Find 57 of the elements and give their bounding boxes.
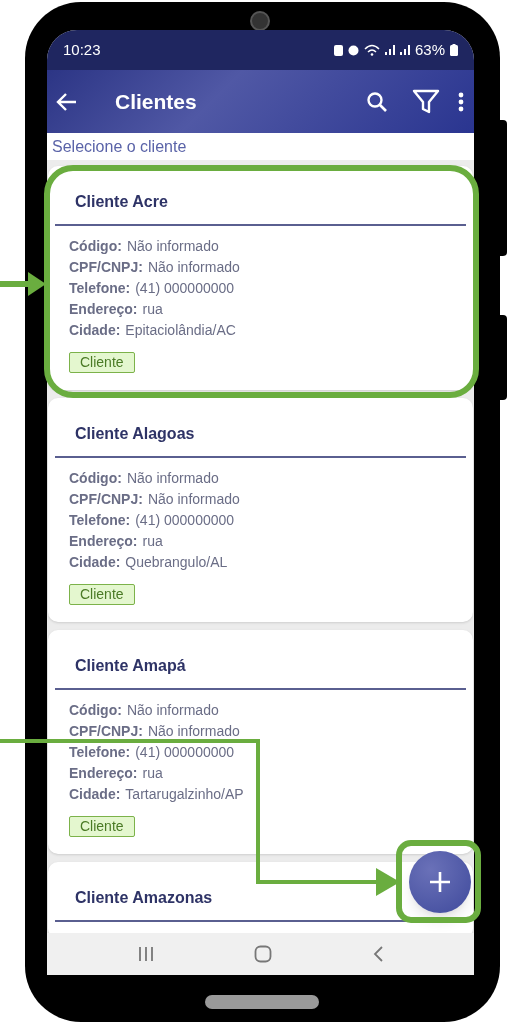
- field-value: (41) 000000000: [135, 511, 235, 530]
- field-value: Quebrangulo/AL: [125, 553, 228, 572]
- client-tag: Cliente: [69, 584, 135, 605]
- home-icon[interactable]: [254, 945, 273, 963]
- field-value: rua: [142, 300, 163, 319]
- back-icon[interactable]: [372, 945, 385, 963]
- filter-icon[interactable]: [412, 88, 440, 115]
- field-value: Não informado: [147, 258, 240, 277]
- client-card[interactable]: Cliente Amapá Código: Não informado CPF/CNPJ: Não informado Telefone: (41) 000000000 Endereço: rua Cidade: Tartarugalzinho/AP Cliente: [48, 630, 473, 854]
- field-label: Cidade:: [69, 321, 121, 340]
- plus-icon: [429, 871, 451, 893]
- field-value: Não informado: [126, 469, 219, 488]
- field-label: Telefone:: [69, 743, 131, 762]
- field-label: Cidade:: [69, 553, 121, 572]
- field-value: Não informado: [126, 701, 219, 720]
- notification-icon: [333, 44, 343, 56]
- screen-title: Clientes: [115, 88, 197, 115]
- field-label: Endereço:: [69, 764, 138, 783]
- field-value: Não informado: [147, 490, 240, 509]
- field-label: Código:: [69, 701, 122, 720]
- field-label: Código:: [69, 237, 122, 256]
- client-card[interactable]: Cliente Alagoas Código: Não informado CPF/CNPJ: Não informado Telefone: (41) 000000000 Endereço: rua Cidade: Quebrangulo/AL Cliente: [48, 398, 473, 622]
- search-icon[interactable]: [366, 90, 388, 113]
- field-value: Epitaciolândia/AC: [125, 321, 236, 340]
- client-tag: Cliente: [69, 816, 135, 837]
- field-value: (41) 000000000: [135, 743, 235, 762]
- field-value: Não informado: [126, 237, 219, 256]
- field-value: Não informado: [147, 722, 240, 741]
- field-value: Tartarugalzinho/AP: [125, 785, 244, 804]
- status-time: 10:23: [63, 39, 101, 60]
- battery-percentage: 63%: [414, 39, 445, 60]
- field-label: Telefone:: [69, 279, 131, 298]
- field-value: (41) 000000000: [135, 279, 235, 298]
- field-label: Código:: [69, 469, 122, 488]
- field-label: Cidade:: [69, 785, 121, 804]
- wifi-icon: [363, 44, 380, 56]
- field-value: rua: [142, 764, 163, 783]
- back-arrow-icon[interactable]: [56, 91, 78, 112]
- field-label: Telefone:: [69, 511, 131, 530]
- field-label: CPF/CNPJ:: [69, 258, 143, 277]
- signal-icon: [384, 45, 395, 55]
- client-card[interactable]: Cliente Acre Código: Não informado CPF/CNPJ: Não informado Telefone: (41) 000000000 Endereço: rua Cidade: Epitaciolândia/AC Cliente: [48, 166, 473, 390]
- client-name: Cliente Amapá: [55, 630, 466, 690]
- subtitle: Selecione o cliente: [52, 136, 187, 157]
- annotation-arrow: [0, 272, 46, 296]
- field-label: Endereço:: [69, 300, 138, 319]
- alarm-icon: [347, 44, 359, 56]
- recent-apps-icon[interactable]: [136, 946, 155, 962]
- field-label: CPF/CNPJ:: [69, 722, 143, 741]
- client-tag: Cliente: [69, 352, 135, 373]
- field-value: rua: [142, 532, 163, 551]
- field-label: Endereço:: [69, 532, 138, 551]
- field-label: CPF/CNPJ:: [69, 490, 143, 509]
- more-options-icon[interactable]: [458, 91, 464, 112]
- signal-icon: [399, 45, 410, 55]
- client-name: Cliente Alagoas: [55, 398, 466, 458]
- battery-icon: [450, 44, 458, 56]
